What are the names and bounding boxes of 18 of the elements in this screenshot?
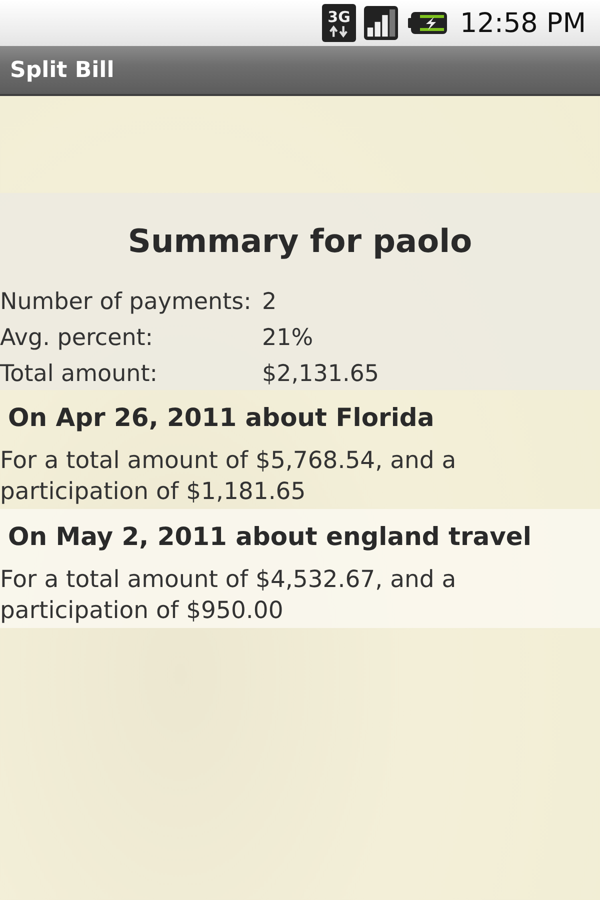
stat-value: $2,131.65	[262, 360, 380, 389]
stat-label: Avg. percent:	[0, 324, 154, 353]
payment-details: For a total amount of $5,768.54, and a participation of $1,181.65	[0, 445, 458, 507]
payment-heading: On Apr 26, 2011 about Florida	[7, 403, 436, 433]
payment-heading: On May 2, 2011 about england travel	[7, 522, 532, 552]
mobile-data-icon: 3G	[322, 4, 356, 42]
signal-icon	[364, 5, 398, 41]
payment-item[interactable]: On Apr 26, 2011 about Florida For a total amount of $5,768.54, and a participation of $1,181.65	[0, 390, 600, 509]
app-title: Split Bill	[10, 58, 114, 82]
payment-item[interactable]: On May 2, 2011 about england travel For a total amount of $4,532.67, and a participation of $950.00	[0, 509, 600, 628]
stat-value: 2	[262, 288, 278, 317]
payment-details: For a total amount of $4,532.67, and a participation of $950.00	[0, 564, 458, 626]
stat-label: Total amount:	[0, 360, 159, 389]
battery-charging-icon	[408, 10, 448, 36]
summary-title: Summary for paolo	[126, 222, 474, 260]
clock-time: 12:58 PM	[460, 8, 586, 38]
stat-label: Number of payments:	[0, 288, 252, 317]
stat-value: 21%	[262, 324, 314, 353]
